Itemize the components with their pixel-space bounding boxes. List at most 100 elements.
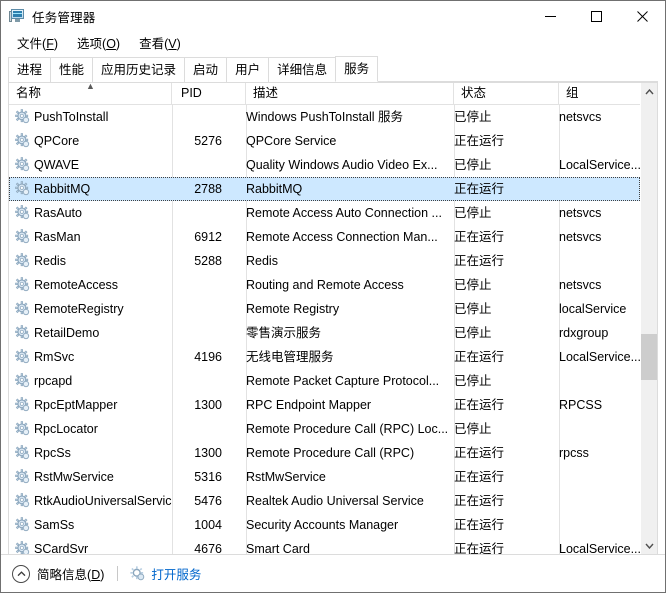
table-row[interactable]: RabbitMQ2788RabbitMQ正在运行: [9, 177, 640, 201]
cell-service-name: Redis: [34, 249, 172, 273]
title-bar: 任务管理器: [1, 1, 665, 31]
cell-description: Windows PushToInstall 服务: [246, 105, 449, 129]
tab-app-history[interactable]: 应用历史记录: [92, 57, 185, 82]
cell-service-name: RasAuto: [34, 201, 172, 225]
cell-pid: [172, 105, 232, 129]
cell-status: 正在运行: [454, 513, 554, 537]
window-title: 任务管理器: [32, 7, 96, 26]
service-gear-icon: [15, 205, 30, 220]
table-row[interactable]: PushToInstallWindows PushToInstall 服务已停止…: [9, 105, 640, 129]
tab-startup-label: 启动: [193, 63, 218, 77]
tab-performance[interactable]: 性能: [50, 57, 93, 82]
column-header-description[interactable]: 描述: [246, 83, 454, 104]
column-header-pid[interactable]: PID: [172, 83, 246, 104]
cell-service-name: RasMan: [34, 225, 172, 249]
cell-service-name: QWAVE: [34, 153, 172, 177]
service-gear-icon: [15, 277, 30, 292]
status-separator: [117, 566, 118, 581]
table-row[interactable]: RmSvc4196无线电管理服务正在运行LocalService...: [9, 345, 640, 369]
minimize-button[interactable]: [527, 1, 573, 31]
table-row[interactable]: RemoteAccessRouting and Remote Access已停止…: [9, 273, 640, 297]
table-row[interactable]: Redis5288Redis正在运行: [9, 249, 640, 273]
table-row[interactable]: QWAVEQuality Windows Audio Video Ex...已停…: [9, 153, 640, 177]
menu-options[interactable]: 选项(O): [70, 31, 127, 54]
cell-group: [559, 465, 640, 489]
table-row[interactable]: RasAutoRemote Access Auto Connection ...…: [9, 201, 640, 225]
fewer-details-button[interactable]: 简略信息(D): [12, 564, 104, 583]
cell-pid: 2788: [172, 177, 232, 201]
cell-group: LocalService...: [559, 153, 640, 177]
table-row[interactable]: RpcLocatorRemote Procedure Call (RPC) Lo…: [9, 417, 640, 441]
table-row[interactable]: QPCore5276QPCore Service正在运行: [9, 129, 640, 153]
cell-status: 已停止: [454, 417, 554, 441]
tab-details[interactable]: 详细信息: [268, 57, 336, 82]
cell-description: Smart Card: [246, 537, 449, 554]
table-row[interactable]: RasMan6912Remote Access Connection Man..…: [9, 225, 640, 249]
open-services-label: 打开服务: [151, 564, 201, 583]
column-header-status[interactable]: 状态: [454, 83, 559, 104]
column-header-group[interactable]: 组: [559, 83, 651, 104]
open-services-link[interactable]: 打开服务: [130, 564, 201, 583]
service-gear-icon: [15, 517, 30, 532]
cell-status: 正在运行: [454, 345, 554, 369]
service-gear-icon: [15, 421, 30, 436]
service-gear-icon: [15, 493, 30, 508]
menu-view[interactable]: 查看(V): [132, 31, 188, 54]
cell-service-name: SCardSvr: [34, 537, 172, 554]
cell-pid: [172, 297, 232, 321]
menu-file-label: 文件: [17, 37, 42, 51]
tab-processes[interactable]: 进程: [8, 57, 51, 82]
table-row[interactable]: RetailDemo零售演示服务已停止rdxgroup: [9, 321, 640, 345]
gear-icon: [130, 566, 145, 581]
cell-group: [559, 177, 640, 201]
cell-status: 正在运行: [454, 441, 554, 465]
scrollbar-thumb[interactable]: [641, 334, 657, 380]
vertical-scrollbar[interactable]: [640, 83, 657, 554]
chevron-down-icon: [645, 543, 654, 549]
cell-status: 正在运行: [454, 177, 554, 201]
table-row[interactable]: RstMwService5316RstMwService正在运行: [9, 465, 640, 489]
service-gear-icon: [15, 469, 30, 484]
table-row[interactable]: SamSs1004Security Accounts Manager正在运行: [9, 513, 640, 537]
cell-pid: [172, 417, 232, 441]
cell-pid: 1004: [172, 513, 232, 537]
cell-status: 正在运行: [454, 249, 554, 273]
cell-service-name: QPCore: [34, 129, 172, 153]
cell-group: netsvcs: [559, 273, 640, 297]
cell-description: Security Accounts Manager: [246, 513, 449, 537]
cell-pid: 5288: [172, 249, 232, 273]
menu-file[interactable]: 文件(F): [10, 31, 65, 54]
tab-services[interactable]: 服务: [335, 56, 378, 82]
cell-status: 正在运行: [454, 225, 554, 249]
close-button[interactable]: [619, 1, 665, 31]
cell-pid: 4196: [172, 345, 232, 369]
service-gear-icon: [15, 397, 30, 412]
cell-pid: 5276: [172, 129, 232, 153]
table-row[interactable]: RemoteRegistryRemote Registry已停止localSer…: [9, 297, 640, 321]
cell-service-name: RstMwService: [34, 465, 172, 489]
table-body[interactable]: PushToInstallWindows PushToInstall 服务已停止…: [9, 105, 640, 554]
cell-status: 已停止: [454, 105, 554, 129]
fewer-details-accel: D: [91, 568, 100, 582]
menu-bar: 文件(F) 选项(O) 查看(V): [1, 31, 665, 54]
column-header-name[interactable]: ▲ 名称: [9, 83, 172, 104]
tab-startup[interactable]: 启动: [184, 57, 227, 82]
maximize-button[interactable]: [573, 1, 619, 31]
table-row[interactable]: RtkAudioUniversalService5476Realtek Audi…: [9, 489, 640, 513]
table-row[interactable]: SCardSvr4676Smart Card正在运行LocalService..…: [9, 537, 640, 554]
cell-pid: [172, 321, 232, 345]
table-header-row: ▲ 名称 PID 描述 状态 组: [9, 83, 657, 105]
cell-status: 正在运行: [454, 393, 554, 417]
cell-status: 已停止: [454, 297, 554, 321]
table-row[interactable]: RpcEptMapper1300RPC Endpoint Mapper正在运行R…: [9, 393, 640, 417]
cell-pid: [172, 369, 232, 393]
tab-users[interactable]: 用户: [226, 57, 269, 82]
menu-options-accel: O: [106, 37, 116, 51]
table-row[interactable]: rpcapdRemote Packet Capture Protocol...已…: [9, 369, 640, 393]
cell-group: localService: [559, 297, 640, 321]
cell-status: 正在运行: [454, 465, 554, 489]
scroll-up-button[interactable]: [641, 83, 657, 100]
scroll-down-button[interactable]: [641, 537, 657, 554]
table-row[interactable]: RpcSs1300Remote Procedure Call (RPC)正在运行…: [9, 441, 640, 465]
cell-status: 已停止: [454, 273, 554, 297]
